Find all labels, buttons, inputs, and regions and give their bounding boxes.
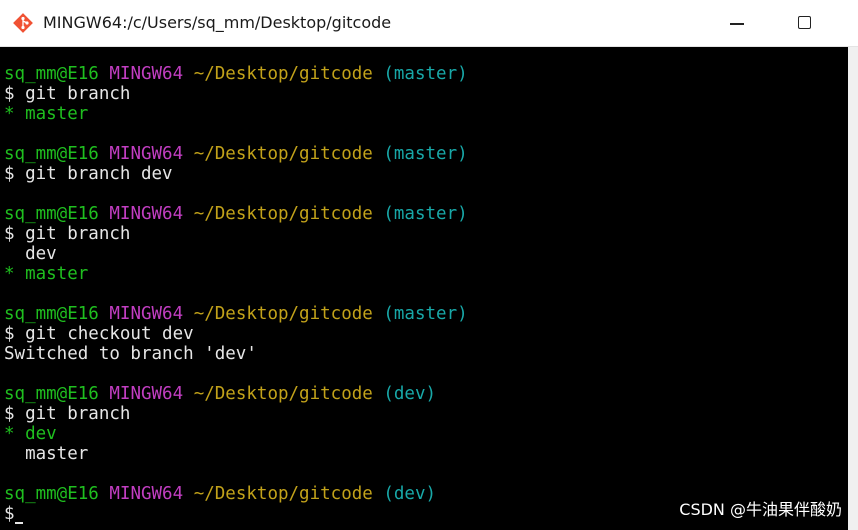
terminal-line-command: $ git branch [4, 224, 468, 244]
minimize-button[interactable] [714, 0, 760, 46]
terminal-line-prompt: sq_mm@E16 MINGW64 ~/Desktop/gitcode (mas… [4, 204, 468, 224]
watermark: CSDN @牛油果伴酸奶 [679, 500, 842, 519]
terminal-line-output: master [4, 444, 468, 464]
prompt-host: MINGW64 [109, 144, 184, 164]
prompt-host: MINGW64 [109, 304, 184, 324]
window-title: MINGW64:/c/Users/sq_mm/Desktop/gitcode [43, 13, 392, 32]
maximize-button[interactable] [782, 0, 828, 46]
prompt-host: MINGW64 [109, 484, 184, 504]
terminal-line-prompt: sq_mm@E16 MINGW64 ~/Desktop/gitcode (mas… [4, 64, 468, 84]
prompt-host: MINGW64 [109, 64, 184, 84]
prompt-branch: (master) [383, 144, 468, 164]
terminal-lines: sq_mm@E16 MINGW64 ~/Desktop/gitcode (mas… [4, 64, 468, 524]
terminal-window: MINGW64:/c/Users/sq_mm/Desktop/gitcode s… [0, 0, 858, 530]
git-diamond-icon [13, 13, 33, 33]
minimize-icon [730, 23, 744, 25]
prompt-branch: (dev) [383, 384, 437, 404]
output-text: dev [4, 244, 57, 264]
input-prompt: $ [4, 504, 15, 524]
current-branch: * master [4, 264, 89, 284]
terminal-line-command: $ git branch dev [4, 164, 468, 184]
terminal-line-prompt: sq_mm@E16 MINGW64 ~/Desktop/gitcode (dev… [4, 484, 468, 504]
terminal-line-blank [4, 284, 468, 304]
prompt-user: sq_mm@E16 [4, 64, 99, 84]
prompt-path: ~/Desktop/gitcode [193, 384, 373, 404]
prompt-path: ~/Desktop/gitcode [193, 204, 373, 224]
terminal-line-prompt: sq_mm@E16 MINGW64 ~/Desktop/gitcode (dev… [4, 384, 468, 404]
terminal-line-active: * dev [4, 424, 468, 444]
prompt-branch: (master) [383, 204, 468, 224]
prompt-user: sq_mm@E16 [4, 304, 99, 324]
prompt-branch: (dev) [383, 484, 437, 504]
command-text: $ git branch [4, 404, 131, 424]
terminal-line-command: $ git branch [4, 84, 468, 104]
output-text: master [4, 444, 89, 464]
title-bar[interactable]: MINGW64:/c/Users/sq_mm/Desktop/gitcode [0, 0, 858, 47]
prompt-branch: (master) [383, 304, 468, 324]
terminal-line-prompt: sq_mm@E16 MINGW64 ~/Desktop/gitcode (mas… [4, 144, 468, 164]
terminal-output[interactable]: sq_mm@E16 MINGW64 ~/Desktop/gitcode (mas… [0, 47, 848, 530]
prompt-user: sq_mm@E16 [4, 484, 99, 504]
terminal-line-active: * master [4, 104, 468, 124]
command-text: $ git branch [4, 84, 131, 104]
scrollbar-track[interactable] [848, 47, 858, 530]
terminal-line-blank [4, 184, 468, 204]
prompt-path: ~/Desktop/gitcode [193, 304, 373, 324]
prompt-user: sq_mm@E16 [4, 144, 99, 164]
prompt-host: MINGW64 [109, 384, 184, 404]
current-branch: * dev [4, 424, 57, 444]
prompt-path: ~/Desktop/gitcode [193, 144, 373, 164]
terminal-line-active: * master [4, 264, 468, 284]
maximize-icon [798, 16, 811, 29]
prompt-path: ~/Desktop/gitcode [193, 484, 373, 504]
command-text: $ git branch dev [4, 164, 173, 184]
terminal-line-input: $ [4, 504, 468, 524]
prompt-user: sq_mm@E16 [4, 384, 99, 404]
current-branch: * master [4, 104, 89, 124]
terminal-line-prompt: sq_mm@E16 MINGW64 ~/Desktop/gitcode (mas… [4, 304, 468, 324]
prompt-user: sq_mm@E16 [4, 204, 99, 224]
text-cursor [14, 522, 23, 524]
terminal-line-command: $ git checkout dev [4, 324, 468, 344]
command-text: $ git branch [4, 224, 131, 244]
terminal-line-blank [4, 464, 468, 484]
terminal-line-blank [4, 124, 468, 144]
terminal-line-output: Switched to branch 'dev' [4, 344, 468, 364]
terminal-line-output: dev [4, 244, 468, 264]
terminal-line-command: $ git branch [4, 404, 468, 424]
prompt-path: ~/Desktop/gitcode [193, 64, 373, 84]
prompt-branch: (master) [383, 64, 468, 84]
command-text: $ git checkout dev [4, 324, 194, 344]
output-text: Switched to branch 'dev' [4, 344, 257, 364]
terminal-line-blank [4, 364, 468, 384]
prompt-host: MINGW64 [109, 204, 184, 224]
